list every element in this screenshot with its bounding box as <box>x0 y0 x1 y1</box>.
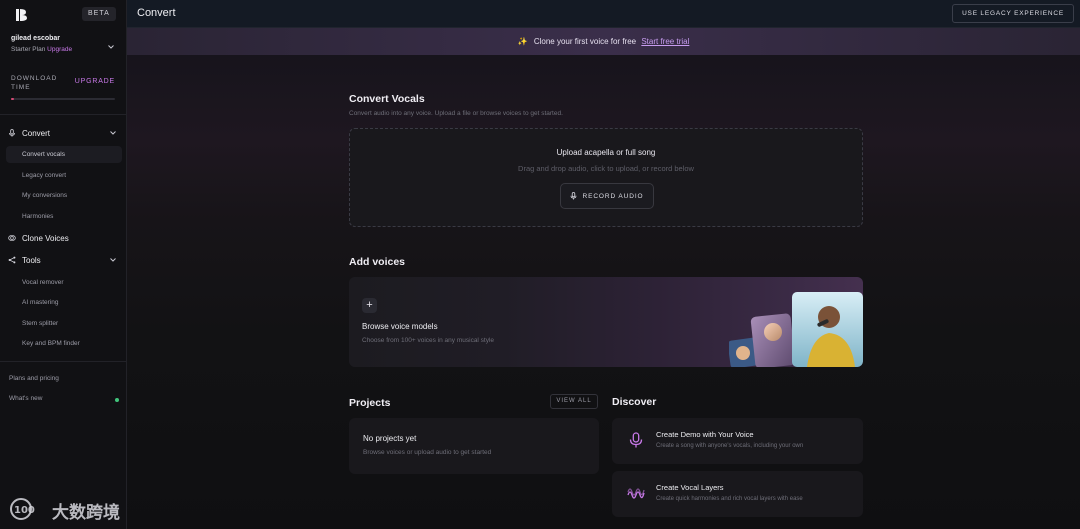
no-projects-title: No projects yet <box>363 434 417 443</box>
download-time: DOWNLOAD TIME UPGRADE <box>11 74 115 100</box>
microphone-icon <box>571 192 577 200</box>
app-logo-icon[interactable] <box>14 8 28 22</box>
divider <box>0 114 127 115</box>
chevron-down-icon[interactable] <box>107 43 115 51</box>
plan-upgrade-link[interactable]: Upgrade <box>47 46 72 53</box>
record-audio-label: RECORD AUDIO <box>582 192 644 200</box>
nav-convert-vocals[interactable]: Convert vocals <box>6 146 122 163</box>
divider <box>0 361 127 362</box>
nav-whats-new[interactable]: What's new <box>9 395 119 402</box>
nav-ai-mastering[interactable]: AI mastering <box>6 294 122 311</box>
discover-vocal-layers-card[interactable]: Create Vocal Layers Create quick harmoni… <box>612 471 863 517</box>
download-time-label: DOWNLOAD TIME <box>11 75 58 91</box>
nav-whats-new-label: What's new <box>9 395 43 402</box>
projects-heading: Projects <box>349 397 391 409</box>
nav-vocal-remover[interactable]: Vocal remover <box>6 274 122 291</box>
browse-voice-models-title: Browse voice models <box>362 322 438 331</box>
watermark-text: 大数跨境 <box>52 503 120 522</box>
microphone-icon <box>629 432 643 448</box>
discover-create-demo-card[interactable]: Create Demo with Your Voice Create a son… <box>612 418 863 464</box>
discover-item-subtitle: Create quick harmonies and rich vocal la… <box>656 496 803 502</box>
discover-item-title: Create Demo with Your Voice <box>656 430 754 439</box>
nav-clone-voices[interactable]: Clone Voices <box>8 231 120 245</box>
record-audio-button[interactable]: RECORD AUDIO <box>560 183 654 209</box>
plus-icon: + <box>362 298 377 313</box>
plan-name: Starter Plan <box>11 46 46 53</box>
nav-my-conversions[interactable]: My conversions <box>6 187 122 204</box>
add-voices-heading: Add voices <box>349 256 406 268</box>
start-free-trial-link[interactable]: Start free trial <box>641 37 689 46</box>
view-all-projects-button[interactable]: VIEW ALL <box>550 394 598 409</box>
download-progress-fill <box>11 98 15 100</box>
nav-key-bpm-finder[interactable]: Key and BPM finder <box>6 335 122 352</box>
use-legacy-experience-button[interactable]: USE LEGACY EXPERIENCE <box>952 4 1074 23</box>
discover-heading: Discover <box>612 396 657 408</box>
page-title: Convert <box>137 7 176 19</box>
nav-convert[interactable]: Convert <box>8 126 120 140</box>
new-indicator-dot <box>115 398 119 402</box>
beta-badge: BETA <box>82 7 116 21</box>
nav-convert-label: Convert <box>22 128 51 138</box>
discover-item-title: Create Vocal Layers <box>656 483 724 492</box>
user-plan: Starter Plan Upgrade <box>11 46 115 53</box>
nav-legacy-convert[interactable]: Legacy convert <box>6 167 122 184</box>
nav-clone-voices-label: Clone Voices <box>22 233 69 243</box>
waveform-icon <box>627 488 645 499</box>
nav-stem-splitter[interactable]: Stem splitter <box>6 315 122 332</box>
upload-title: Upload acapella or full song <box>556 148 656 157</box>
upload-dropzone[interactable]: Upload acapella or full song Drag and dr… <box>349 128 863 227</box>
browse-voice-models-subtitle: Choose from 100+ voices in any musical s… <box>362 337 495 344</box>
no-projects-subtitle: Browse voices or upload audio to get sta… <box>363 449 492 456</box>
nav-tools-label: Tools <box>22 255 41 265</box>
discover-item-subtitle: Create a song with anyone's vocals, incl… <box>656 443 804 449</box>
convert-vocals-subtitle: Convert audio into any voice. Upload a f… <box>349 110 563 117</box>
user-name: gilead escobar <box>11 35 61 42</box>
singer-photos <box>729 292 863 367</box>
download-progress-bar <box>11 98 115 100</box>
promo-text: Clone your first voice for free <box>533 37 637 46</box>
convert-vocals-heading: Convert Vocals <box>349 93 425 105</box>
account-switcher[interactable]: gilead escobar Starter Plan Upgrade <box>11 35 115 53</box>
chevron-down-icon <box>110 131 116 135</box>
top-bar: Convert USE LEGACY EXPERIENCE <box>127 0 1080 28</box>
clone-icon <box>8 235 16 241</box>
download-upgrade-button[interactable]: UPGRADE <box>75 78 115 85</box>
sidebar: BETA gilead escobar Starter Plan Upgrade… <box>0 0 127 529</box>
svg-text:100: 100 <box>14 505 35 516</box>
sparkle-icon: ✨ <box>517 37 528 46</box>
nav-harmonies[interactable]: Harmonies <box>6 208 122 225</box>
browse-voice-models-card[interactable]: + Browse voice models Choose from 100+ v… <box>349 277 863 367</box>
nav-tools[interactable]: Tools <box>8 253 120 267</box>
share-nodes-icon <box>8 256 16 264</box>
chevron-down-icon <box>110 258 116 262</box>
upload-subtitle: Drag and drop audio, click to upload, or… <box>518 164 694 173</box>
promo-banner: ✨ Clone your first voice for free Start … <box>127 28 1080 55</box>
nav-plans-pricing[interactable]: Plans and pricing <box>9 375 119 382</box>
microphone-icon <box>9 129 15 137</box>
projects-empty-state: No projects yet Browse voices or upload … <box>349 418 599 474</box>
